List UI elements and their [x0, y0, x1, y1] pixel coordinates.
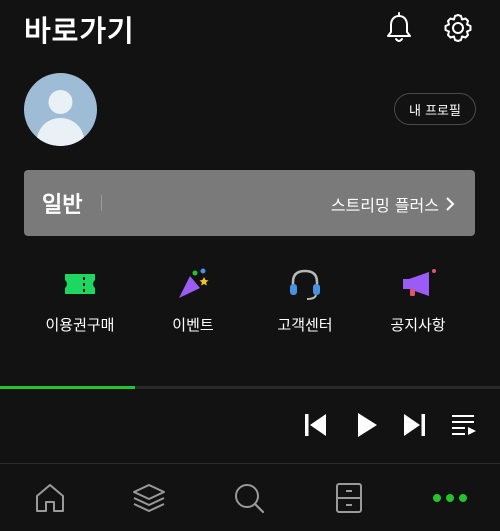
quick-link-notice[interactable]: 공지사항: [363, 266, 473, 346]
nav-search[interactable]: [231, 481, 267, 515]
queue-button[interactable]: [450, 410, 478, 440]
quick-link-support[interactable]: 고객센터: [250, 266, 360, 346]
my-profile-button[interactable]: 내 프로필: [394, 93, 476, 125]
nav-more[interactable]: [432, 481, 468, 515]
divider: [101, 195, 102, 211]
more-dots-icon: [433, 494, 467, 502]
playback-progress-fill: [0, 386, 135, 389]
quick-link-label: 이벤트: [172, 316, 214, 334]
chevron-right-icon: [446, 197, 455, 211]
search-icon: [235, 484, 265, 514]
nav-library[interactable]: [131, 481, 167, 515]
bell-icon[interactable]: [384, 12, 414, 44]
ticket-icon: [65, 274, 95, 294]
default-avatar-icon: [36, 90, 85, 146]
home-icon: [36, 484, 64, 512]
nav-storage[interactable]: [331, 481, 367, 515]
playback-progress-bar[interactable]: [0, 386, 500, 389]
avatar[interactable]: [24, 73, 97, 146]
page-title: 바로가기: [24, 14, 135, 48]
next-button[interactable]: [400, 410, 428, 440]
quick-link-label: 공지사항: [390, 316, 446, 334]
header: 바로가기: [0, 0, 500, 60]
gear-icon[interactable]: [442, 12, 472, 44]
nav-home[interactable]: [32, 481, 68, 515]
locker-icon: [336, 483, 362, 513]
previous-icon: [305, 414, 326, 436]
streaming-plus-label: 스트리밍 플러스: [330, 196, 439, 215]
next-icon: [404, 414, 425, 436]
bottom-nav: [0, 463, 500, 531]
layers-icon: [133, 484, 165, 512]
streaming-plus-link[interactable]: 스트리밍 플러스: [331, 192, 455, 216]
previous-button[interactable]: [302, 410, 330, 440]
megaphone-icon: [403, 269, 436, 296]
quick-link-event[interactable]: 이벤트: [138, 266, 248, 346]
membership-banner: 일반 스트리밍 플러스: [24, 170, 475, 236]
quick-link-label: 고객센터: [277, 316, 333, 334]
quick-link-ticket[interactable]: 이용권구매: [25, 266, 135, 346]
play-button[interactable]: [354, 410, 382, 440]
quick-link-label: 이용권구매: [45, 316, 115, 334]
membership-tier: 일반: [42, 193, 83, 218]
party-popper-icon: [179, 268, 209, 298]
headset-icon: [290, 269, 320, 300]
play-icon: [358, 413, 377, 437]
queue-icon: [452, 415, 476, 435]
